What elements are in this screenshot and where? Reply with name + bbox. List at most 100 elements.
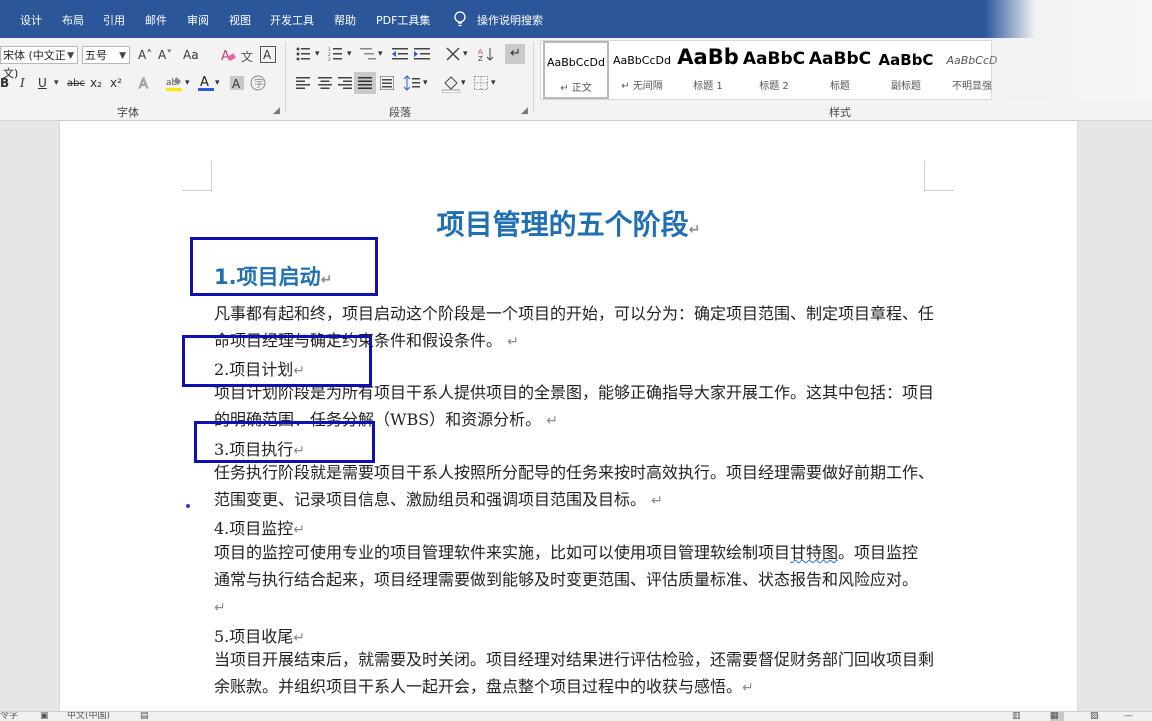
section-body[interactable]: 项目的监控可使用专业的项目管理软件来实施，比如可以使用项目管理软绘制项目甘特图。… xyxy=(214,539,934,622)
style-name: 标题 xyxy=(830,81,850,92)
character-border-icon[interactable]: A xyxy=(260,46,276,63)
style-sample: AaBbC xyxy=(878,51,934,69)
svg-text:3: 3 xyxy=(328,57,331,61)
chevron-down-icon[interactable]: ▾ xyxy=(315,49,320,59)
dialog-launcher-icon[interactable]: ◢ xyxy=(273,106,280,116)
bold-button[interactable]: B xyxy=(0,76,9,90)
chevron-down-icon: ▼ xyxy=(67,51,74,61)
group-divider xyxy=(285,42,286,112)
bullets-icon[interactable] xyxy=(296,47,314,61)
underline-button[interactable]: U xyxy=(38,76,47,90)
section-body[interactable]: 当项目开展结束后，就需要及时关闭。项目经理对结果进行评估检验，还需要督促财务部门… xyxy=(214,646,934,702)
enclose-characters-icon[interactable]: 字 xyxy=(250,75,266,91)
line-spacing-icon[interactable] xyxy=(404,75,420,91)
paragraph-mark: ↵ xyxy=(546,413,558,429)
group-divider xyxy=(533,42,534,112)
paragraph-mark: ↵ xyxy=(293,522,306,538)
chevron-down-icon[interactable]: ▾ xyxy=(347,49,352,59)
chevron-down-icon[interactable]: ▾ xyxy=(215,78,220,88)
italic-button[interactable]: I xyxy=(20,76,25,90)
tab-developer[interactable]: 开发工具 xyxy=(270,12,314,28)
highlight-color-icon[interactable]: ab xyxy=(166,75,184,92)
document-canvas: 项目管理的五个阶段↵ 1.项目启动↵ 凡事都有起和终，项目启动这个阶段是一个项目… xyxy=(0,121,1152,721)
chinese-layout-icon[interactable] xyxy=(445,46,463,62)
chevron-down-icon[interactable]: ▾ xyxy=(378,49,383,59)
section-body[interactable]: 任务执行阶段就是需要项目干系人按照所分配导的任务来按时高效执行。项目经理需要做好… xyxy=(214,459,934,515)
styles-gallery: AaBbCcDd ↵ 正文 AaBbCcDd ↵ 无间隔 AaBb 标题 1 A… xyxy=(540,40,998,100)
spelling-error-text[interactable]: 甘特图 xyxy=(790,543,838,562)
show-marks-button[interactable]: ↵ xyxy=(505,44,525,64)
subscript-button[interactable]: x₂ xyxy=(90,76,102,90)
numbering-icon[interactable]: 1 2 3 xyxy=(328,47,346,61)
style-name: 标题 1 xyxy=(693,81,723,92)
section-heading[interactable]: 5.项目收尾↵ xyxy=(214,623,305,647)
chevron-down-icon[interactable]: ▾ xyxy=(491,78,496,88)
font-size-combo[interactable]: 五号 ▼ xyxy=(82,46,130,64)
align-left-icon[interactable] xyxy=(296,77,310,89)
chevron-down-icon[interactable]: ▾ xyxy=(54,78,59,88)
svg-text:字: 字 xyxy=(254,77,264,90)
style-subtitle[interactable]: AaBbC 副标题 xyxy=(873,41,939,99)
multilevel-list-icon[interactable] xyxy=(360,47,378,61)
tab-references[interactable]: 引用 xyxy=(103,12,125,28)
tab-mailings[interactable]: 邮件 xyxy=(145,12,167,28)
chevron-down-icon[interactable]: ▾ xyxy=(461,78,466,88)
svg-text:A: A xyxy=(221,49,230,63)
borders-icon[interactable] xyxy=(474,76,488,90)
annotation-box xyxy=(194,421,375,463)
style-heading-2[interactable]: AaBbC 标题 2 xyxy=(741,41,807,99)
font-name-combo[interactable]: 宋体 (中文正文) ▼ xyxy=(0,46,78,80)
tab-view[interactable]: 视图 xyxy=(229,12,251,28)
style-sample: AaBb xyxy=(677,45,739,69)
paragraph-mark: ↵ xyxy=(688,222,701,238)
shading-icon[interactable] xyxy=(442,75,460,93)
style-sample: AaBbCcDd xyxy=(613,54,671,67)
style-heading-1[interactable]: AaBb 标题 1 xyxy=(675,41,741,99)
tell-me-search[interactable]: 操作说明搜索 xyxy=(477,12,543,28)
chevron-down-icon[interactable]: ▾ xyxy=(185,78,190,88)
style-no-spacing[interactable]: AaBbCcDd ↵ 无间隔 xyxy=(609,41,675,99)
font-group-label: 字体 xyxy=(117,106,139,119)
paragraph-mark: ↵ xyxy=(651,493,663,509)
body-text: 当项目开展结束后，就需要及时关闭。项目经理对结果进行评估检验，还需要督促财务部门… xyxy=(214,650,935,696)
tab-layout[interactable]: 布局 xyxy=(62,12,84,28)
svg-text:A: A xyxy=(232,77,241,90)
paragraph-mark-icon: ↵ xyxy=(510,46,521,61)
clear-formatting-icon[interactable]: A xyxy=(220,47,236,63)
svg-text:A: A xyxy=(200,75,209,90)
chevron-down-icon[interactable]: ▾ xyxy=(423,78,428,88)
font-color-icon[interactable]: A xyxy=(198,74,214,92)
tab-pdf-tools[interactable]: PDF工具集 xyxy=(376,12,430,28)
distributed-icon[interactable] xyxy=(380,76,394,90)
align-center-icon[interactable] xyxy=(318,77,332,89)
tab-review[interactable]: 审阅 xyxy=(187,12,209,28)
align-right-icon[interactable] xyxy=(338,77,352,89)
style-sample: AaBbC xyxy=(808,49,872,69)
style-name: ↵ 无间隔 xyxy=(621,81,663,92)
text-effects-icon[interactable]: A xyxy=(138,75,154,92)
sort-icon[interactable]: A Z xyxy=(478,46,494,62)
increase-indent-icon[interactable] xyxy=(414,47,430,61)
paragraph-mark: ↵ xyxy=(742,680,754,696)
tab-design[interactable]: 设计 xyxy=(20,12,42,28)
style-title[interactable]: AaBbC 标题 xyxy=(807,41,873,99)
section-heading[interactable]: 4.项目监控↵ xyxy=(214,515,305,539)
paragraph-mark: ↵ xyxy=(214,600,226,616)
strikethrough-button[interactable]: abc xyxy=(67,78,85,89)
dialog-launcher-icon[interactable]: ◢ xyxy=(521,106,528,116)
svg-text:Z: Z xyxy=(478,55,483,62)
chevron-down-icon: ▼ xyxy=(119,51,126,61)
shrink-font-button[interactable]: A˅ xyxy=(158,48,172,62)
style-sample: AaBbC xyxy=(742,49,806,69)
justify-button[interactable] xyxy=(354,72,376,94)
character-shading-icon[interactable]: A xyxy=(230,76,244,90)
decrease-indent-icon[interactable] xyxy=(392,47,408,61)
style-normal[interactable]: AaBbCcDd ↵ 正文 xyxy=(543,41,609,99)
superscript-button[interactable]: x² xyxy=(110,76,122,90)
style-sample: AaBbCcDd xyxy=(547,56,605,69)
phonetic-guide-icon[interactable]: 文 xyxy=(240,47,256,63)
tab-help[interactable]: 帮助 xyxy=(334,12,356,28)
chevron-down-icon[interactable]: ▾ xyxy=(463,49,468,59)
grow-font-button[interactable]: A˄ xyxy=(138,48,152,62)
change-case-button[interactable]: Aa xyxy=(183,48,199,62)
